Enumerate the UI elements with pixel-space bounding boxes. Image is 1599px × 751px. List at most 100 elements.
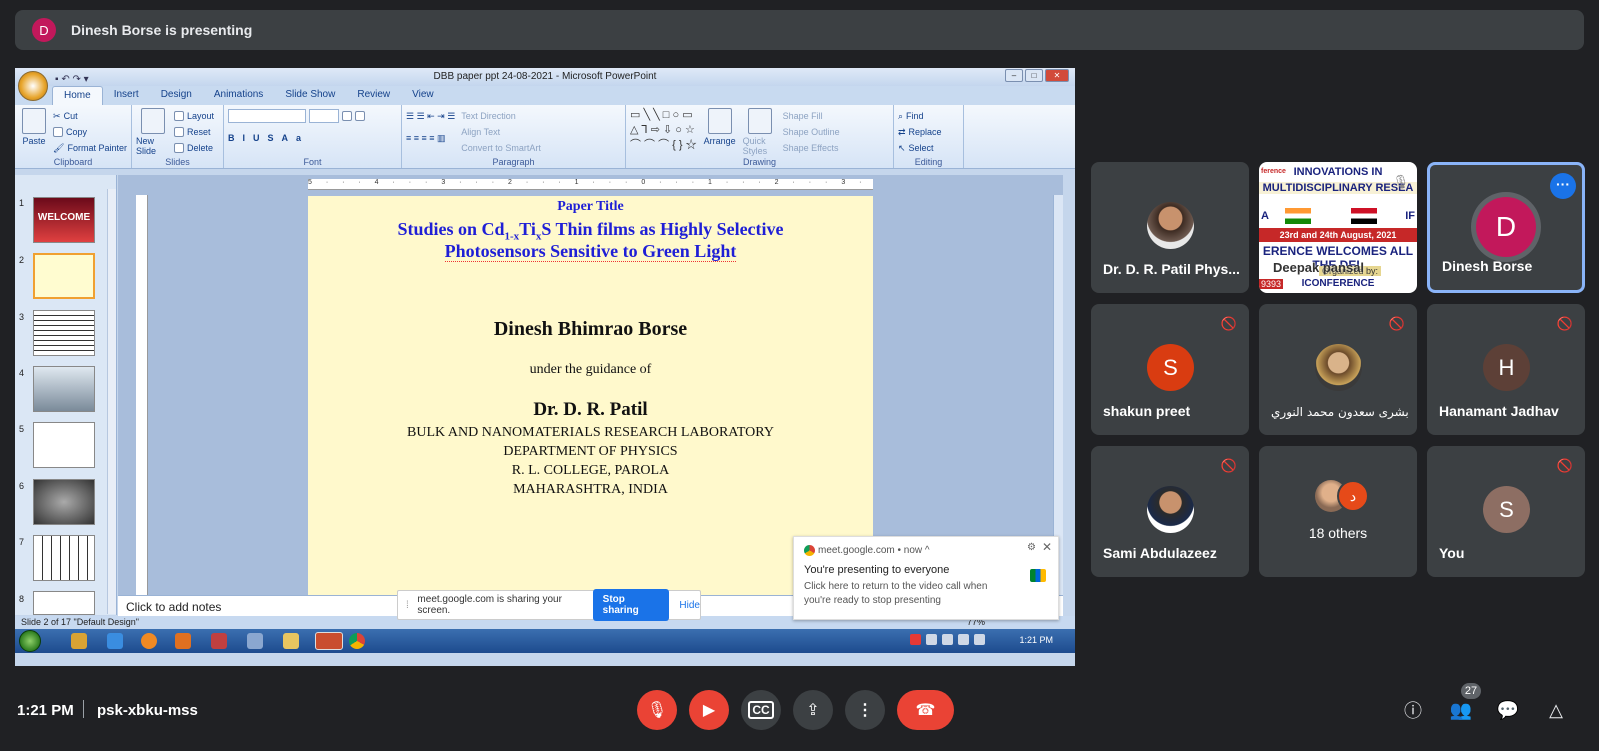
minimize-icon[interactable]: – xyxy=(1005,69,1023,82)
chrome-icon[interactable] xyxy=(349,633,365,649)
app-icon[interactable] xyxy=(247,633,263,649)
camera-toggle-button[interactable]: ▶ xyxy=(689,690,729,730)
tab-view[interactable]: View xyxy=(401,86,445,105)
more-options-icon[interactable]: ··· xyxy=(1550,173,1576,199)
network-icon[interactable] xyxy=(942,634,953,645)
present-button[interactable]: ⇪ xyxy=(793,690,833,730)
cut-button[interactable]: ✂ Cut xyxy=(53,108,127,124)
slide-editing-area[interactable]: 5 · · · 4 · · · 3 · · · 2 · · · 1 · · · … xyxy=(118,175,1063,595)
maximize-icon[interactable]: □ xyxy=(1025,69,1043,82)
font-name-dropdown[interactable] xyxy=(228,109,306,123)
mic-toggle-button[interactable]: 🎙 xyxy=(637,690,677,730)
font-size-dropdown[interactable] xyxy=(309,109,339,123)
slide-thumbnail-panel[interactable]: 1 WELCOME 2 3 4 5 6 7 8 xyxy=(15,175,117,615)
tab-insert[interactable]: Insert xyxy=(103,86,150,105)
activities-button[interactable]: △ xyxy=(1542,696,1570,724)
slide-thumbnail-3[interactable] xyxy=(33,310,95,356)
new-slide-label: New Slide xyxy=(136,136,157,156)
meeting-code: psk-xbku-mss xyxy=(97,702,198,719)
list-buttons[interactable]: ☰ ☰ ⇤ ⇥ ☰ xyxy=(406,108,455,124)
slide-thumbnail-8[interactable] xyxy=(33,591,95,615)
participant-tile[interactable]: 🚫 بشرى سعدون محمد النوري xyxy=(1259,304,1417,435)
layout-button[interactable]: Layout xyxy=(174,108,214,124)
convert-smartart-button[interactable]: Convert to SmartArt xyxy=(461,140,541,156)
participants-button[interactable]: 👥 xyxy=(1447,696,1475,724)
battery-icon[interactable] xyxy=(958,634,969,645)
participant-tile[interactable]: Dr. D. R. Patil Phys... xyxy=(1091,162,1249,293)
firefox-icon[interactable] xyxy=(141,633,157,649)
close-icon[interactable]: ✕ xyxy=(1045,69,1069,82)
slide-scrollbar[interactable] xyxy=(1053,195,1063,595)
quick-access-toolbar[interactable]: ▪ ↶ ↷ ▾ xyxy=(55,71,89,89)
participant-tile[interactable]: 🚫 S shakun preet xyxy=(1091,304,1249,435)
tab-slide-show[interactable]: Slide Show xyxy=(274,86,346,105)
current-slide[interactable]: Paper Title Studies on Cd1-xTixS Thin fi… xyxy=(308,196,873,595)
slide-thumbnail-7[interactable] xyxy=(33,535,95,581)
title-mid: Ti xyxy=(519,219,536,239)
replace-button[interactable]: ⇄ Replace xyxy=(898,124,959,140)
slide-thumbnail-4[interactable] xyxy=(33,366,95,412)
presenting-banner: D Dinesh Borse is presenting xyxy=(15,10,1584,50)
grow-font-icon[interactable] xyxy=(342,111,352,121)
slide-thumbnail-2[interactable] xyxy=(33,253,95,299)
participant-name: بشرى سعدون محمد النوري xyxy=(1271,405,1409,419)
self-tile[interactable]: 🚫 S You xyxy=(1427,446,1585,577)
powerpoint-task-icon[interactable] xyxy=(315,632,343,650)
shared-screen[interactable]: DBB paper ppt 24-08-2021 - Microsoft Pow… xyxy=(15,68,1075,666)
office-button[interactable] xyxy=(18,71,48,101)
ppt-window-title: DBB paper ppt 24-08-2021 - Microsoft Pow… xyxy=(433,71,657,82)
text-direction-button[interactable]: Text Direction xyxy=(461,108,541,124)
shape-outline-button[interactable]: Shape Outline xyxy=(783,124,840,140)
participant-tile[interactable]: 🚫 Sami Abdulazeez xyxy=(1091,446,1249,577)
tab-design[interactable]: Design xyxy=(150,86,203,105)
tray-icon[interactable] xyxy=(910,634,921,645)
delete-icon xyxy=(174,143,184,153)
participant-tile[interactable]: 🚫 H Hanamant Jadhav xyxy=(1427,304,1585,435)
internet-explorer-icon[interactable] xyxy=(107,633,123,649)
delete-button[interactable]: Delete xyxy=(174,140,214,156)
align-text-button[interactable]: Align Text xyxy=(461,124,541,140)
reset-button[interactable]: Reset xyxy=(174,124,214,140)
align-buttons[interactable]: ≡ ≡ ≡ ≡ ▥ xyxy=(406,130,455,146)
presenting-notification[interactable]: meet.google.com • now ^ ⚙ ✕ You're prese… xyxy=(793,536,1059,620)
participant-tile[interactable]: INNOVATIONS IN MULTIDISCIPLINARY RESEA f… xyxy=(1259,162,1417,293)
chat-button[interactable]: 💬 xyxy=(1494,696,1522,724)
tab-review[interactable]: Review xyxy=(346,86,401,105)
close-icon[interactable]: ✕ xyxy=(1042,540,1052,554)
captions-button[interactable]: CC xyxy=(741,690,781,730)
folder-icon[interactable] xyxy=(283,633,299,649)
slide-thumbnail-1[interactable]: WELCOME xyxy=(33,197,95,243)
app-icon[interactable] xyxy=(175,633,191,649)
start-button[interactable] xyxy=(19,630,41,652)
find-button[interactable]: ⌕ Find xyxy=(898,108,959,124)
more-options-button[interactable]: ⋮ xyxy=(845,690,885,730)
shape-fill-button[interactable]: Shape Fill xyxy=(783,108,840,124)
app-icon[interactable] xyxy=(211,633,227,649)
participant-tile-active[interactable]: D Dinesh Borse ··· xyxy=(1427,162,1585,293)
media-player-icon[interactable] xyxy=(71,633,87,649)
flag-icon[interactable] xyxy=(974,634,985,645)
window-controls[interactable]: – □ ✕ xyxy=(1005,69,1069,82)
system-tray xyxy=(910,634,985,645)
shrink-font-icon[interactable] xyxy=(355,111,365,121)
drag-handle-icon[interactable]: ⁞ xyxy=(406,600,413,611)
gear-icon[interactable]: ⚙ xyxy=(1027,542,1036,553)
others-count: 18 others xyxy=(1308,525,1368,541)
copy-button[interactable]: Copy xyxy=(53,124,127,140)
font-format-buttons[interactable]: BIUSAa xyxy=(228,130,397,146)
meeting-details-button[interactable]: ⓘ xyxy=(1399,696,1427,724)
leave-call-button[interactable]: ☎ xyxy=(897,690,954,730)
select-button[interactable]: ↖ Select xyxy=(898,140,959,156)
shape-effects-button[interactable]: Shape Effects xyxy=(783,140,840,156)
thumbnail-scrollbar[interactable] xyxy=(107,189,116,614)
tab-animations[interactable]: Animations xyxy=(203,86,274,105)
slide-number: 7 xyxy=(19,537,25,547)
slide-thumbnail-6[interactable] xyxy=(33,479,95,525)
stop-sharing-button[interactable]: Stop sharing xyxy=(592,589,670,621)
volume-icon[interactable] xyxy=(926,634,937,645)
others-tile[interactable]: د 18 others xyxy=(1259,446,1417,577)
slide-thumbnail-5[interactable] xyxy=(33,422,95,468)
participant-name: You xyxy=(1439,545,1465,561)
hide-button[interactable]: Hide xyxy=(679,600,700,611)
format-painter-button[interactable]: 🖌 Format Painter xyxy=(53,140,127,156)
